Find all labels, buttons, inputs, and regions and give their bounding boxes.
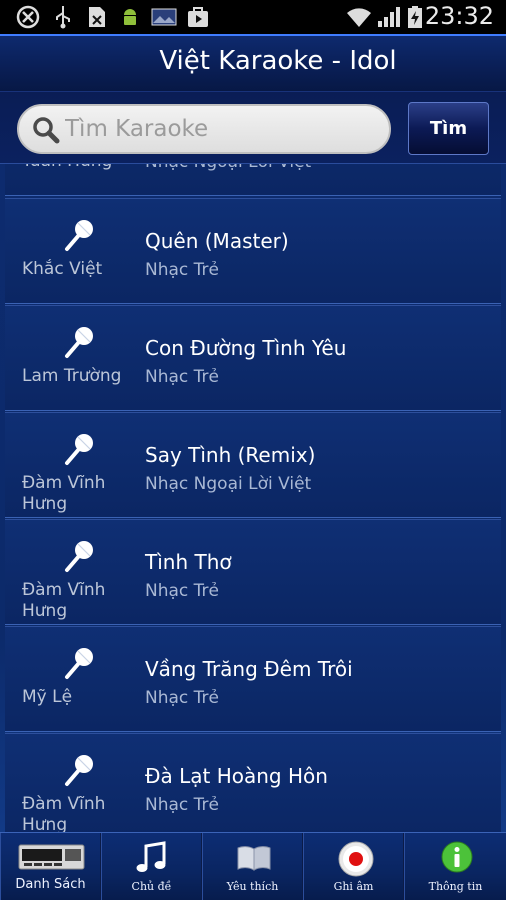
book-icon <box>237 846 271 871</box>
singer-name: Đàm Vĩnh Hưng <box>22 473 106 514</box>
xbox-icon <box>16 5 40 29</box>
song-title: Quên (Master) <box>145 229 289 253</box>
song-genre: Nhạc Ngoại Lời Việt <box>145 164 311 172</box>
wifi-icon <box>347 8 371 27</box>
nav-ghi-am[interactable]: Ghi âm <box>303 833 404 900</box>
list-item[interactable]: Tuấn Hưng Nhạc Ngoại Lời Việt <box>5 164 501 196</box>
microphone-icon <box>65 434 93 465</box>
nav-chu-de[interactable]: Chủ đề <box>101 833 202 900</box>
search-bar: Tìm <box>0 92 506 164</box>
nav-label: Thông tin <box>428 880 483 893</box>
status-bar: 23:32 <box>0 0 506 34</box>
song-title: Tình Thơ <box>145 550 232 574</box>
search-input[interactable] <box>65 114 375 144</box>
nav-yeu-thich[interactable]: Yêu thích <box>202 833 303 900</box>
battery-charging-icon <box>408 6 422 28</box>
song-title: Đà Lạt Hoàng Hôn <box>145 764 328 788</box>
singer-name: Khắc Việt <box>22 259 103 279</box>
photo-icon <box>151 8 177 26</box>
microphone-icon <box>65 648 93 679</box>
song-title: Vầng Trăng Đêm Trôi <box>145 657 353 681</box>
song-genre: Nhạc Trẻ <box>145 260 219 280</box>
nav-danh-sach[interactable]: Danh Sách <box>0 833 101 900</box>
microphone-icon <box>65 755 93 786</box>
music-note-icon <box>136 841 166 872</box>
singer-name: Mỹ Lệ <box>22 687 73 707</box>
list-item[interactable]: Khắc Việt Quên (Master) Nhạc Trẻ <box>5 198 501 304</box>
app-header: Việt Karaoke - Idol <box>0 34 506 92</box>
microphone-icon <box>65 541 93 572</box>
app-title: Việt Karaoke - Idol <box>159 46 397 76</box>
microphone-icon <box>65 327 93 358</box>
sim-error-icon <box>89 7 105 27</box>
usb-icon <box>56 6 70 29</box>
song-title: Con Đường Tình Yêu <box>145 336 347 360</box>
song-genre: Nhạc Trẻ <box>145 688 219 708</box>
song-genre: Nhạc Trẻ <box>145 581 219 601</box>
singer-name: Lam Trường <box>22 366 122 386</box>
singer-name: Đàm Vĩnh Hưng <box>22 794 106 832</box>
microphone-icon <box>65 220 93 251</box>
nav-label: Chủ đề <box>131 880 172 893</box>
search-button[interactable]: Tìm <box>408 102 489 155</box>
bottom-nav: Danh Sách Chủ đề Yêu thích Ghi âm Thông <box>0 832 506 900</box>
info-icon <box>441 841 473 873</box>
singer-name: Tuấn Hưng <box>22 164 132 195</box>
nav-label: Ghi âm <box>333 880 374 893</box>
nav-label: Danh Sách <box>15 877 86 892</box>
list-item[interactable]: Mỹ Lệ Vầng Trăng Đêm Trôi Nhạc Trẻ <box>5 626 501 732</box>
song-title: Say Tình (Remix) <box>145 443 316 467</box>
status-time: 23:32 <box>424 2 494 30</box>
list-item[interactable]: Đàm Vĩnh Hưng Đà Lạt Hoàng Hôn Nhạc Trẻ <box>5 733 501 832</box>
list-item[interactable]: Lam Trường Con Đường Tình Yêu Nhạc Trẻ <box>5 305 501 411</box>
song-genre: Nhạc Trẻ <box>145 367 219 387</box>
nav-label: Yêu thích <box>226 880 279 893</box>
list-item[interactable]: Đàm Vĩnh Hưng Tình Thơ Nhạc Trẻ <box>5 519 501 625</box>
search-field[interactable] <box>17 104 391 154</box>
list-item[interactable]: Đàm Vĩnh Hưng Say Tình (Remix) Nhạc Ngoạ… <box>5 412 501 518</box>
cassette-deck-icon <box>18 844 85 870</box>
search-icon <box>33 117 60 144</box>
signal-icon <box>378 7 400 27</box>
play-store-icon <box>188 7 208 27</box>
record-icon <box>338 841 374 877</box>
song-list[interactable]: Tuấn Hưng Nhạc Ngoại Lời Việt Khắc Việt … <box>0 164 506 832</box>
nav-thong-tin[interactable]: Thông tin <box>404 833 506 900</box>
android-debug-icon <box>124 9 136 25</box>
song-genre: Nhạc Ngoại Lời Việt <box>145 474 312 494</box>
song-genre: Nhạc Trẻ <box>145 795 219 815</box>
singer-name: Đàm Vĩnh Hưng <box>22 580 106 621</box>
